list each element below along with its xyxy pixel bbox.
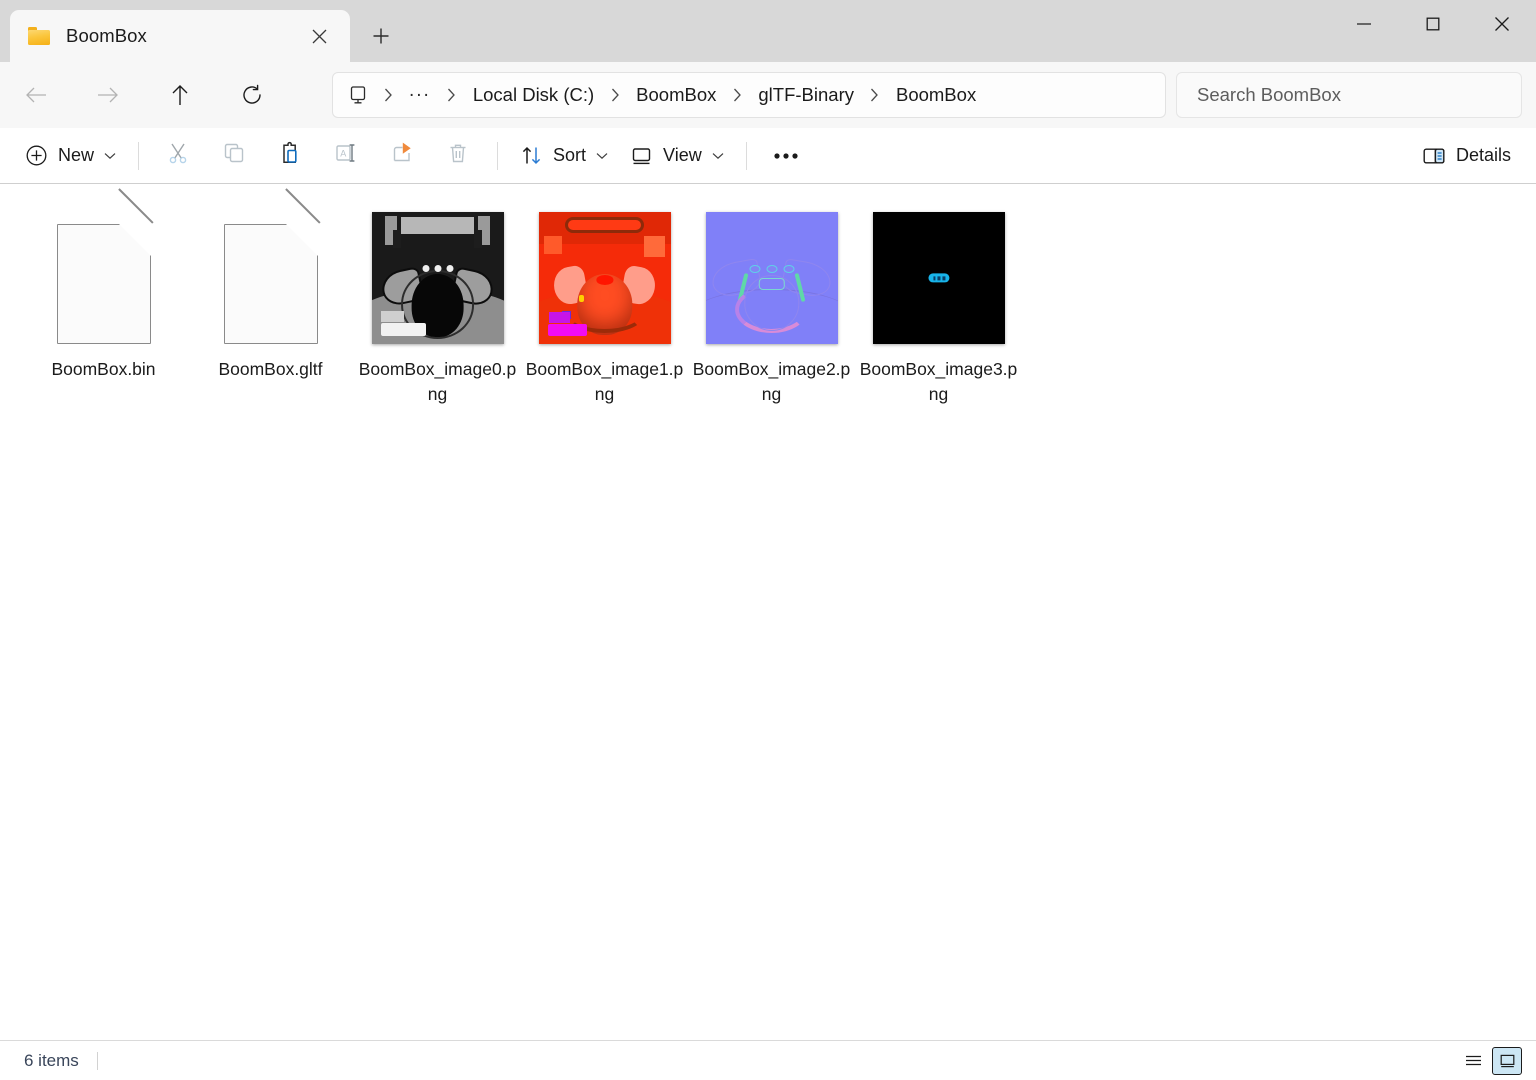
image-thumbnail-preview: [371, 212, 504, 344]
toolbar-divider: [497, 141, 499, 170]
file-name: BoomBox_image2.png: [692, 359, 851, 404]
file-thumbnail: [704, 208, 840, 344]
details-pane-icon: [1422, 145, 1446, 167]
scissors-icon: [166, 141, 190, 170]
rename-button[interactable]: A: [318, 135, 374, 177]
breadcrumb-item-current[interactable]: BoomBox: [890, 80, 982, 110]
see-more-button[interactable]: [758, 135, 814, 177]
address-bar-row: ... Local Disk (C:) BoomBox glTF-Binary: [0, 62, 1536, 128]
list-item[interactable]: BoomBox_image3.png: [855, 202, 1022, 417]
status-bar: 6 items: [0, 1040, 1536, 1080]
list-view-icon[interactable]: [1458, 1047, 1488, 1075]
list-item[interactable]: BoomBox.bin: [20, 188, 187, 417]
list-item[interactable]: BoomBox_image0.png: [354, 202, 521, 417]
ellipsis-icon: [773, 147, 799, 165]
clipboard-paste-icon: [278, 141, 302, 170]
chevron-down-icon: [104, 152, 116, 160]
list-item[interactable]: BoomBox_image1.png: [521, 202, 688, 417]
maximize-button[interactable]: [1398, 0, 1467, 48]
breadcrumb[interactable]: ... Local Disk (C:) BoomBox glTF-Binary: [332, 72, 1166, 118]
copy-button[interactable]: [206, 135, 262, 177]
tab-label: BoomBox: [66, 25, 147, 46]
list-item[interactable]: BoomBox_image2.png: [688, 202, 855, 417]
generic-file-icon: [223, 188, 321, 344]
delete-button[interactable]: [430, 135, 486, 177]
new-button-label: New: [58, 145, 95, 165]
plus-icon[interactable]: [352, 14, 410, 58]
file-name: BoomBox.gltf: [218, 359, 323, 379]
chevron-right-icon: [722, 88, 752, 102]
close-icon[interactable]: [302, 19, 336, 53]
view-button-label: View: [663, 145, 702, 165]
chevron-right-icon: [373, 88, 403, 102]
toolbar-divider: [745, 141, 747, 170]
chevron-right-icon: [600, 88, 630, 102]
chevron-right-icon: [860, 88, 890, 102]
toolbar-divider: [138, 141, 140, 170]
search-input[interactable]: [1195, 83, 1503, 107]
sort-arrows-icon: [520, 144, 543, 167]
generic-file-icon: [56, 188, 154, 344]
file-grid: BoomBox.bin BoomBox.gltf BoomBox_image0.…: [0, 184, 1536, 417]
window-controls: [1329, 0, 1536, 48]
search-box[interactable]: [1176, 72, 1522, 118]
breadcrumb-item-local-disk[interactable]: Local Disk (C:): [467, 80, 600, 110]
list-item[interactable]: BoomBox.gltf: [187, 188, 354, 417]
tab-boombox[interactable]: BoomBox: [10, 10, 350, 62]
file-thumbnail: [36, 188, 172, 344]
file-name: BoomBox.bin: [51, 359, 156, 379]
chevron-down-icon: [712, 152, 724, 160]
view-button[interactable]: View: [619, 136, 735, 176]
title-bar: BoomBox: [0, 0, 1536, 62]
monitor-icon: [630, 144, 653, 167]
minimize-button[interactable]: [1329, 0, 1398, 48]
new-button[interactable]: New: [14, 136, 127, 176]
image-thumbnail-preview: [872, 212, 1005, 344]
forward-button[interactable]: [86, 73, 130, 117]
plus-circle-icon: [25, 144, 48, 167]
refresh-icon[interactable]: [230, 73, 274, 117]
back-button[interactable]: [14, 73, 58, 117]
close-button[interactable]: [1467, 0, 1536, 48]
file-name: BoomBox_image3.png: [859, 359, 1018, 404]
file-thumbnail: [370, 208, 506, 344]
up-button[interactable]: [158, 73, 202, 117]
image-thumbnail-preview: [538, 212, 671, 344]
details-pane-button[interactable]: Details: [1411, 136, 1522, 176]
trash-icon: [446, 141, 470, 170]
details-pane-label: Details: [1455, 145, 1511, 165]
sort-button-label: Sort: [553, 145, 587, 165]
file-explorer-window: BoomBox ... Local Disk (C:) BoomBox glTF…: [0, 0, 1536, 1080]
chevron-right-icon: [437, 88, 467, 102]
copy-icon: [222, 141, 246, 170]
sort-button[interactable]: Sort: [509, 136, 619, 176]
file-name: BoomBox_image1.png: [525, 359, 684, 404]
monitor-icon[interactable]: [347, 84, 369, 106]
svg-text:A: A: [340, 148, 346, 158]
file-thumbnail: [537, 208, 673, 344]
file-list-area[interactable]: BoomBox.bin BoomBox.gltf BoomBox_image0.…: [0, 184, 1536, 1040]
folder-icon: [28, 27, 50, 45]
share-icon: [390, 141, 414, 170]
breadcrumb-overflow[interactable]: ...: [403, 81, 437, 103]
status-divider: [96, 1051, 98, 1070]
large-icons-view-icon[interactable]: [1492, 1046, 1522, 1075]
chevron-down-icon: [596, 152, 608, 160]
breadcrumb-item-gltf-binary[interactable]: glTF-Binary: [752, 80, 860, 110]
file-name: BoomBox_image0.png: [358, 359, 517, 404]
tab-strip: BoomBox: [0, 0, 410, 62]
share-button[interactable]: [374, 135, 430, 177]
cut-button[interactable]: [150, 135, 206, 177]
command-bar: New A Sort View Details: [0, 128, 1536, 184]
rename-icon: A: [334, 141, 358, 170]
image-thumbnail-preview: [705, 212, 838, 344]
breadcrumb-item-boombox[interactable]: BoomBox: [630, 80, 722, 110]
file-thumbnail: [871, 208, 1007, 344]
item-count: 6 items: [24, 1050, 79, 1070]
file-thumbnail: [203, 188, 339, 344]
paste-button[interactable]: [262, 135, 318, 177]
